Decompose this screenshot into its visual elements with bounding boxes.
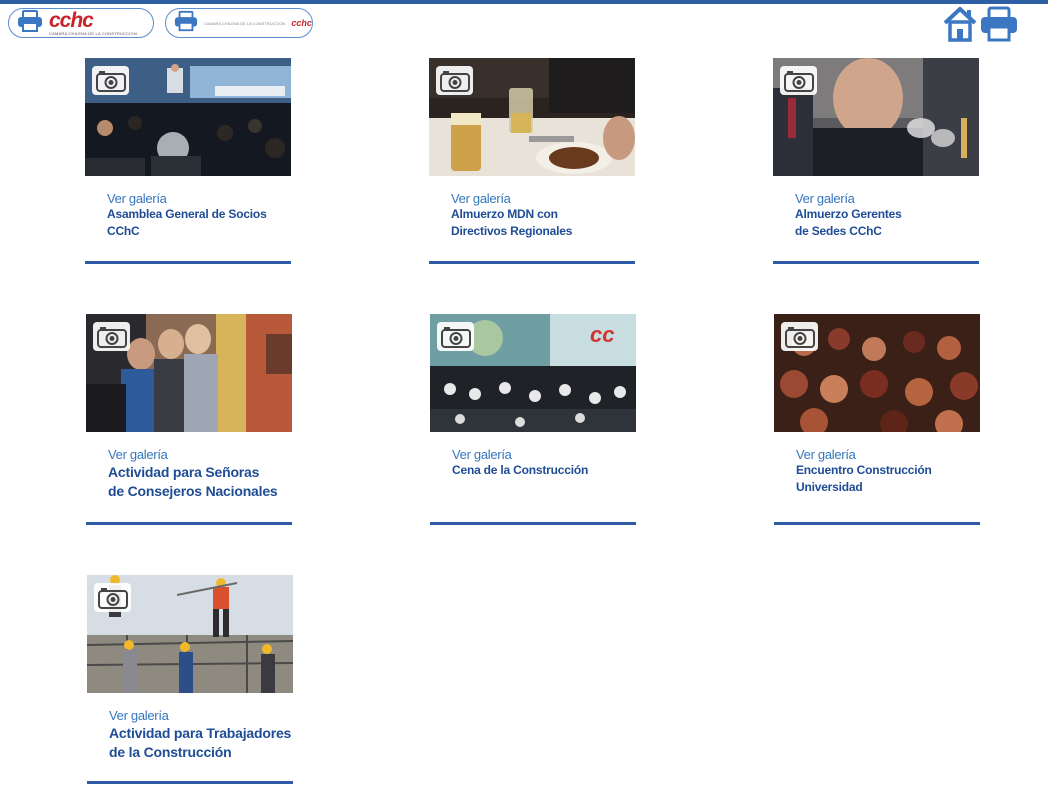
camera-icon [780, 66, 817, 95]
divider [429, 261, 635, 264]
camera-icon [93, 322, 130, 351]
ladies-photo[interactable] [86, 314, 292, 432]
workers-photo[interactable] [87, 575, 293, 693]
view-gallery-link[interactable]: Ver galería [795, 191, 983, 206]
gallery-card: Ver galería Almuerzo MDN con Directivos … [429, 58, 639, 264]
view-gallery-link[interactable]: Ver galería [452, 447, 640, 462]
view-gallery-link[interactable]: Ver galería [796, 447, 984, 462]
brand-logo: cchc [49, 9, 94, 32]
gallery-card: Ver galería Actividad para Señoras de Co… [86, 314, 296, 525]
divider [85, 261, 291, 264]
divider [87, 781, 293, 784]
camera-icon [92, 66, 129, 95]
gallery-title[interactable]: Encuentro Construcción Universidad [796, 462, 984, 496]
camera-icon [436, 66, 473, 95]
home-icon[interactable] [942, 5, 978, 48]
divider [773, 261, 979, 264]
tab2-subtitle: CAMARA CHILENA DE LA CONSTRUCCION [204, 20, 286, 26]
gallery-card: Ver galería Actividad para Trabajadores … [87, 575, 297, 784]
divider [86, 522, 292, 525]
svg-text:cc: cc [590, 322, 614, 347]
view-gallery-link[interactable]: Ver galería [107, 191, 295, 206]
gallery-title[interactable]: Asamblea General de Socios CChC [107, 206, 295, 240]
printer-icon[interactable] [980, 5, 1018, 48]
view-gallery-link[interactable]: Ver galería [451, 191, 639, 206]
view-gallery-link[interactable]: Ver galería [108, 447, 296, 462]
brand-subtitle: CAMARA CHILENA DE LA CONSTRUCCION [49, 31, 137, 36]
dinner-photo[interactable]: cc [430, 314, 636, 432]
gallery-title[interactable]: Actividad para Trabajadores de la Constr… [109, 724, 297, 762]
top-actions [942, 5, 1018, 48]
gallery-title[interactable]: Almuerzo Gerentes de Sedes CChC [795, 206, 983, 240]
camera-icon [94, 583, 131, 612]
tab2-logo: cchc [291, 18, 312, 28]
gallery-title[interactable]: Actividad para Señoras de Consejeros Nac… [108, 463, 296, 501]
lunch-photo[interactable] [429, 58, 635, 176]
gallery-card: cc Ver galería Cena de la Construcción [430, 314, 640, 525]
gallery-card: Ver galería Asamblea General de Socios C… [85, 58, 295, 264]
divider [774, 522, 980, 525]
managers-photo[interactable] [773, 58, 979, 176]
print-tab-brand[interactable]: cchc CAMARA CHILENA DE LA CONSTRUCCION [8, 8, 154, 38]
divider [430, 522, 636, 525]
top-rule [0, 0, 1048, 4]
gallery-title[interactable]: Almuerzo MDN con Directivos Regionales [451, 206, 639, 240]
assembly-photo[interactable] [85, 58, 291, 176]
camera-icon [781, 322, 818, 351]
gallery-card: Ver galería Encuentro Construcción Unive… [774, 314, 984, 525]
camera-icon [437, 322, 474, 351]
printer-icon [17, 9, 43, 37]
gallery-card: Ver galería Almuerzo Gerentes de Sedes C… [773, 58, 983, 264]
gallery-title[interactable]: Cena de la Construcción [452, 462, 640, 479]
university-photo[interactable] [774, 314, 980, 432]
view-gallery-link[interactable]: Ver galería [109, 708, 297, 723]
printer-icon [174, 10, 198, 37]
print-tab-secondary[interactable]: CAMARA CHILENA DE LA CONSTRUCCION cchc [165, 8, 313, 38]
